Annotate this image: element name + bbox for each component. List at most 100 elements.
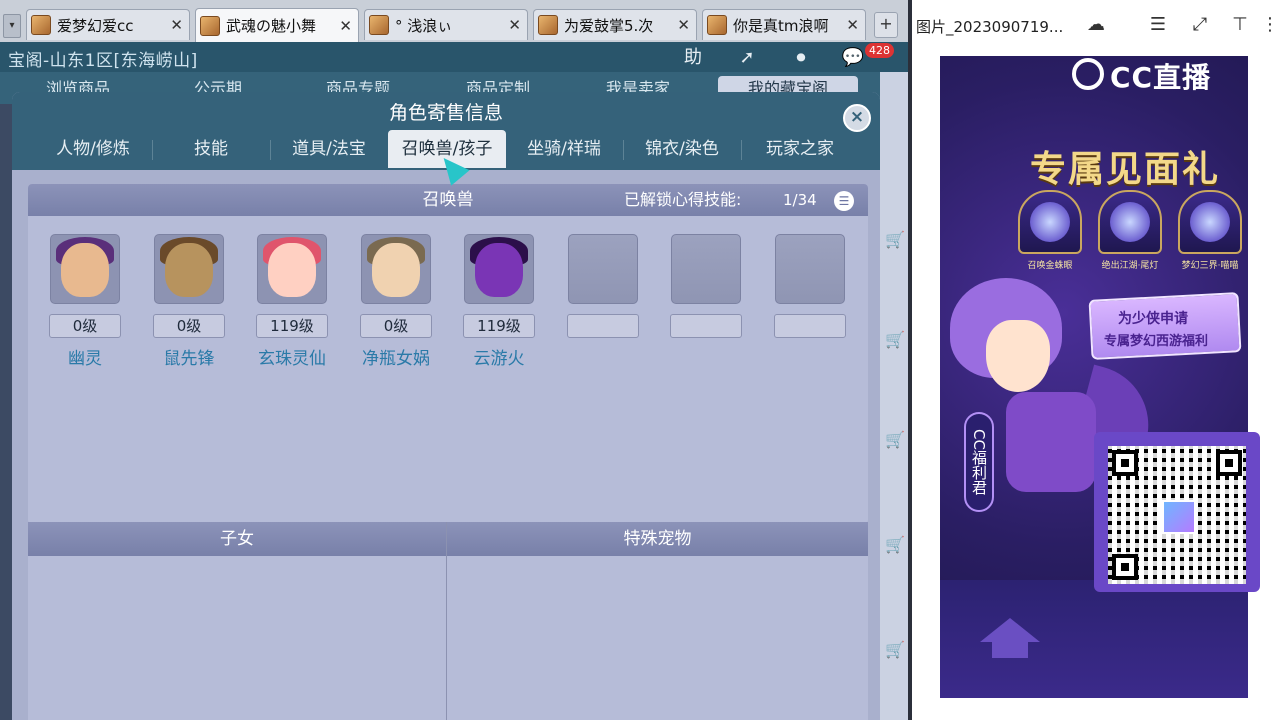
gift-icon bbox=[1178, 190, 1242, 254]
pet-slot[interactable] bbox=[257, 234, 327, 304]
gift-label: 召唤金蛛眼 bbox=[1027, 261, 1073, 271]
divider bbox=[446, 522, 447, 720]
poster-heading: 专属见面礼 bbox=[1030, 148, 1221, 190]
pet-slot-empty[interactable] bbox=[568, 234, 638, 304]
gift-label: 绝出江湖·尾灯 bbox=[1101, 261, 1159, 271]
new-tab-button[interactable]: + bbox=[874, 12, 898, 38]
cart-icon[interactable]: 🛒 bbox=[885, 535, 905, 565]
tab-outfits[interactable]: 锦衣/染色 bbox=[624, 130, 740, 168]
pin-icon[interactable]: ⊤ bbox=[1226, 12, 1254, 38]
pet-slot-empty[interactable] bbox=[775, 234, 845, 304]
pet-portrait bbox=[165, 243, 213, 297]
more-icon[interactable]: ⋮ bbox=[1256, 12, 1280, 38]
tab-items[interactable]: 道具/法宝 bbox=[271, 130, 387, 168]
cart-icon[interactable]: 🛒 bbox=[885, 640, 905, 670]
cart-icon[interactable]: 🛒 bbox=[885, 330, 905, 360]
menu-icon[interactable]: ☰ bbox=[1144, 12, 1172, 38]
tab-avatar-icon bbox=[369, 15, 389, 35]
pet-slot[interactable] bbox=[464, 234, 534, 304]
tab-scroll-button[interactable]: ▾ bbox=[3, 14, 21, 38]
pet-portrait bbox=[372, 243, 420, 297]
browser-tab[interactable]: 为爱鼓掌5.次 ✕ bbox=[533, 9, 697, 40]
qr-avatar-icon bbox=[1162, 500, 1196, 534]
browser-tab-active[interactable]: 武魂の魅小舞 ✕ bbox=[195, 8, 359, 42]
pet-name[interactable]: 幽灵 bbox=[39, 344, 131, 369]
character-body bbox=[1006, 392, 1096, 492]
poster-logo-text: CC直播 bbox=[1110, 61, 1212, 94]
pets-section-title: 召唤兽 bbox=[422, 190, 474, 210]
gift-label: 梦幻三界·喵喵 bbox=[1181, 261, 1239, 271]
close-button[interactable]: × bbox=[843, 104, 871, 132]
tab-label: ° 浅浪ぃ bbox=[395, 16, 453, 35]
share-icon[interactable]: ➚ bbox=[730, 45, 764, 71]
role-consignment-dialog: 角色寄售信息 × 人物/修炼 技能 道具/法宝 召唤兽/孩子 坐骑/祥瑞 锦衣/… bbox=[12, 92, 880, 720]
pet-portrait bbox=[268, 243, 316, 297]
browser-tab[interactable]: 爱梦幻爱cc ✕ bbox=[26, 9, 190, 40]
pet-portrait bbox=[61, 243, 109, 297]
pagoda-icon bbox=[980, 618, 1040, 658]
pet-slot[interactable] bbox=[50, 234, 120, 304]
tab-skills[interactable]: 技能 bbox=[153, 130, 269, 168]
viewer-title: 图片_2023090719... bbox=[916, 18, 1064, 36]
cart-icon[interactable]: 🛒 bbox=[885, 430, 905, 460]
pet-level-empty bbox=[567, 314, 639, 338]
children-section-title: 子女 bbox=[220, 529, 254, 549]
promo-text: 专属梦幻西游福利 bbox=[1104, 334, 1209, 349]
tab-mounts[interactable]: 坐骑/祥瑞 bbox=[506, 130, 622, 168]
welfare-tag: CC福利君 bbox=[964, 412, 994, 512]
pet-level-empty bbox=[670, 314, 742, 338]
side-strip bbox=[880, 72, 908, 720]
list-icon[interactable]: ☰ bbox=[834, 191, 854, 211]
tab-player-home[interactable]: 玩家之家 bbox=[742, 130, 858, 168]
browser-tab[interactable]: 你是真tm浪啊 ✕ bbox=[702, 9, 866, 40]
tab-label: 爱梦幻爱cc bbox=[57, 16, 134, 35]
cart-icon[interactable]: 🛒 bbox=[885, 230, 905, 260]
pet-portrait bbox=[475, 243, 523, 297]
tab-avatar-icon bbox=[707, 15, 727, 35]
tab-avatar-icon bbox=[538, 15, 558, 35]
gift-icon bbox=[1098, 190, 1162, 254]
tab-avatar-icon bbox=[31, 15, 51, 35]
pet-name[interactable]: 净瓶女娲 bbox=[350, 344, 442, 369]
game-window: ▾ 爱梦幻爱cc ✕ 武魂の魅小舞 ✕ ° 浅浪ぃ ✕ 为爱鼓掌5.次 ✕ 你是… bbox=[0, 0, 908, 720]
character-face bbox=[986, 320, 1050, 392]
pet-level: 0级 bbox=[49, 314, 121, 338]
pet-level: 119级 bbox=[256, 314, 328, 338]
close-icon[interactable]: ✕ bbox=[170, 16, 183, 34]
browser-tab[interactable]: ° 浅浪ぃ ✕ bbox=[364, 9, 528, 40]
close-icon[interactable]: ✕ bbox=[339, 17, 352, 35]
tab-label: 你是真tm浪啊 bbox=[733, 16, 829, 35]
close-icon[interactable]: ✕ bbox=[508, 16, 521, 34]
dialog-title: 角色寄售信息 bbox=[388, 102, 503, 124]
cc-logo-icon bbox=[1072, 58, 1104, 90]
fullscreen-icon[interactable]: ⤢ bbox=[1186, 12, 1214, 38]
pet-name[interactable]: 鼠先锋 bbox=[143, 344, 235, 369]
qr-finder bbox=[1112, 450, 1138, 476]
promo-text: 为少侠申请 bbox=[1118, 311, 1188, 327]
tab-character[interactable]: 人物/修炼 bbox=[34, 130, 152, 168]
qr-finder bbox=[1112, 554, 1138, 580]
tab-label: 武魂の魅小舞 bbox=[226, 17, 317, 35]
tab-label: 为爱鼓掌5.次 bbox=[564, 16, 654, 35]
record-icon[interactable]: ⏺ bbox=[784, 45, 818, 71]
message-count-badge: 428 bbox=[865, 43, 894, 58]
pet-name[interactable]: 玄珠灵仙 bbox=[246, 344, 338, 369]
pet-slot-empty[interactable] bbox=[671, 234, 741, 304]
qr-finder bbox=[1216, 450, 1242, 476]
upload-cloud-icon[interactable]: ☁ bbox=[1082, 12, 1110, 38]
pet-level-empty bbox=[774, 314, 846, 338]
close-icon[interactable]: ✕ bbox=[846, 16, 859, 34]
pet-level: 0级 bbox=[360, 314, 432, 338]
gift-icon bbox=[1018, 190, 1082, 254]
close-icon[interactable]: ✕ bbox=[677, 16, 690, 34]
poster-bottom-scenery bbox=[940, 580, 1248, 698]
unlock-skills-label: 已解锁心得技能: bbox=[624, 190, 742, 209]
special-pets-section-title: 特殊宠物 bbox=[623, 529, 692, 549]
pet-slot[interactable] bbox=[154, 234, 224, 304]
pet-level: 0级 bbox=[153, 314, 225, 338]
pet-name[interactable]: 云游火 bbox=[453, 344, 545, 369]
pet-level: 119级 bbox=[463, 314, 535, 338]
help-button[interactable]: 助 bbox=[676, 45, 710, 71]
pet-slot[interactable] bbox=[361, 234, 431, 304]
server-location: 宝阁-山东1区[东海崂山] bbox=[8, 51, 198, 71]
